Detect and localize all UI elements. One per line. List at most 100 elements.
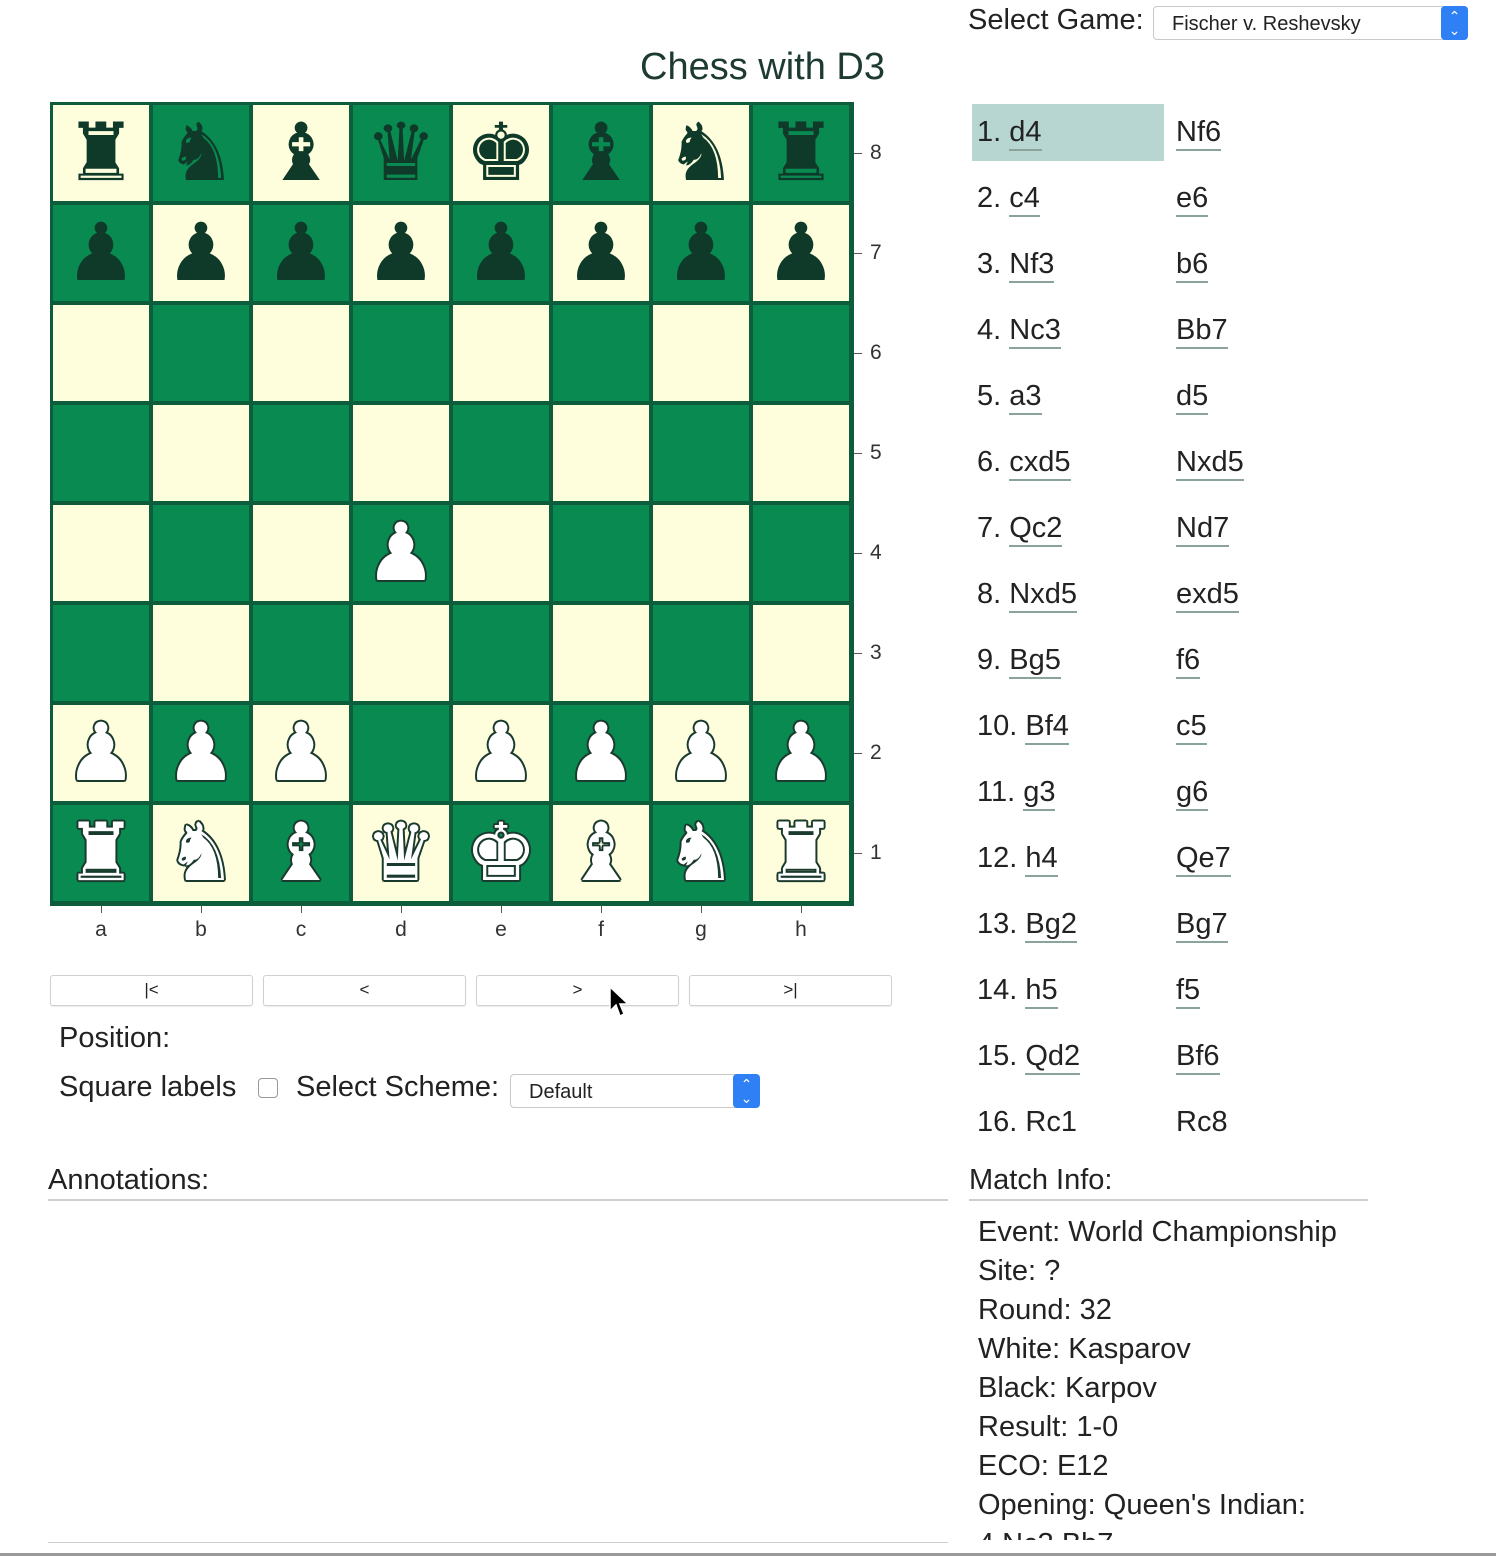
move-black-notation[interactable]: b6 xyxy=(1176,248,1209,283)
white-pawn-icon[interactable]: ♟ xyxy=(353,505,449,601)
square-f2[interactable]: ♟ xyxy=(553,705,649,801)
square-g5[interactable] xyxy=(653,405,749,501)
black-pawn-icon[interactable]: ♟ xyxy=(253,205,349,301)
square-b1[interactable]: ♞ xyxy=(153,805,249,901)
move-black[interactable]: e6 xyxy=(1176,182,1209,217)
move-white-notation[interactable]: Rc1 xyxy=(1025,1106,1077,1139)
square-h2[interactable]: ♟ xyxy=(753,705,849,801)
square-h5[interactable] xyxy=(753,405,849,501)
move-white[interactable]: 12. h4 xyxy=(977,842,1058,877)
white-rook-icon[interactable]: ♜ xyxy=(753,805,849,901)
move-black[interactable]: Qe7 xyxy=(1176,842,1231,877)
white-pawn-icon[interactable]: ♟ xyxy=(653,705,749,801)
black-bishop-icon[interactable]: ♝ xyxy=(253,105,349,201)
square-e1[interactable]: ♚ xyxy=(453,805,549,901)
square-c3[interactable] xyxy=(253,605,349,701)
square-c1[interactable]: ♝ xyxy=(253,805,349,901)
square-e5[interactable] xyxy=(453,405,549,501)
square-g7[interactable]: ♟ xyxy=(653,205,749,301)
square-f1[interactable]: ♝ xyxy=(553,805,649,901)
move-black-notation[interactable]: c5 xyxy=(1176,710,1207,745)
white-knight-icon[interactable]: ♞ xyxy=(653,805,749,901)
move-white-notation[interactable]: Qd2 xyxy=(1025,1040,1081,1075)
square-c6[interactable] xyxy=(253,305,349,401)
square-b5[interactable] xyxy=(153,405,249,501)
move-white[interactable]: 10. Bf4 xyxy=(977,710,1069,745)
move-white[interactable]: 7. Qc2 xyxy=(977,512,1063,547)
move-white[interactable]: 6. cxd5 xyxy=(977,446,1071,481)
square-d5[interactable] xyxy=(353,405,449,501)
square-e2[interactable]: ♟ xyxy=(453,705,549,801)
square-c5[interactable] xyxy=(253,405,349,501)
black-pawn-icon[interactable]: ♟ xyxy=(53,205,149,301)
move-white[interactable]: 16. Rc1 xyxy=(977,1106,1077,1139)
white-queen-icon[interactable]: ♛ xyxy=(353,805,449,901)
move-black[interactable]: Nxd5 xyxy=(1176,446,1244,481)
black-pawn-icon[interactable]: ♟ xyxy=(453,205,549,301)
white-rook-icon[interactable]: ♜ xyxy=(53,805,149,901)
square-a2[interactable]: ♟ xyxy=(53,705,149,801)
square-h6[interactable] xyxy=(753,305,849,401)
move-black-notation[interactable]: Bf6 xyxy=(1176,1040,1220,1075)
square-d4[interactable]: ♟ xyxy=(353,505,449,601)
move-white[interactable]: 11. g3 xyxy=(977,776,1056,811)
square-e8[interactable]: ♚ xyxy=(453,105,549,201)
square-b3[interactable] xyxy=(153,605,249,701)
white-pawn-icon[interactable]: ♟ xyxy=(153,705,249,801)
square-a5[interactable] xyxy=(53,405,149,501)
move-black[interactable]: Bf6 xyxy=(1176,1040,1220,1075)
black-pawn-icon[interactable]: ♟ xyxy=(353,205,449,301)
move-black-notation[interactable]: f5 xyxy=(1176,974,1201,1009)
black-rook-icon[interactable]: ♜ xyxy=(753,105,849,201)
last-move-button[interactable]: >| xyxy=(689,975,892,1006)
move-black-notation[interactable]: Nxd5 xyxy=(1176,446,1244,481)
move-black[interactable]: Nd7 xyxy=(1176,512,1230,547)
square-f6[interactable] xyxy=(553,305,649,401)
square-d7[interactable]: ♟ xyxy=(353,205,449,301)
square-a1[interactable]: ♜ xyxy=(53,805,149,901)
move-black[interactable]: Bg7 xyxy=(1176,908,1228,943)
black-knight-icon[interactable]: ♞ xyxy=(653,105,749,201)
white-pawn-icon[interactable]: ♟ xyxy=(753,705,849,801)
black-queen-icon[interactable]: ♛ xyxy=(353,105,449,201)
move-black[interactable]: Nf6 xyxy=(1176,116,1222,151)
move-white-notation[interactable]: Bg2 xyxy=(1025,908,1077,943)
white-bishop-icon[interactable]: ♝ xyxy=(553,805,649,901)
first-move-button[interactable]: |< xyxy=(50,975,253,1006)
move-black-notation[interactable]: f6 xyxy=(1176,644,1201,679)
move-black-notation[interactable]: Nd7 xyxy=(1176,512,1230,547)
move-white[interactable]: 9. Bg5 xyxy=(977,644,1061,679)
move-black-notation[interactable]: e6 xyxy=(1176,182,1209,217)
square-g3[interactable] xyxy=(653,605,749,701)
move-black[interactable]: Bb7 xyxy=(1176,314,1228,349)
square-h8[interactable]: ♜ xyxy=(753,105,849,201)
square-h3[interactable] xyxy=(753,605,849,701)
black-rook-icon[interactable]: ♜ xyxy=(53,105,149,201)
white-pawn-icon[interactable]: ♟ xyxy=(53,705,149,801)
square-f7[interactable]: ♟ xyxy=(553,205,649,301)
square-labels-checkbox[interactable] xyxy=(258,1078,278,1098)
black-pawn-icon[interactable]: ♟ xyxy=(153,205,249,301)
square-f5[interactable] xyxy=(553,405,649,501)
black-king-icon[interactable]: ♚ xyxy=(453,105,549,201)
white-bishop-icon[interactable]: ♝ xyxy=(253,805,349,901)
move-white-notation[interactable]: h4 xyxy=(1025,842,1058,877)
square-f8[interactable]: ♝ xyxy=(553,105,649,201)
square-f4[interactable] xyxy=(553,505,649,601)
square-c2[interactable]: ♟ xyxy=(253,705,349,801)
square-b4[interactable] xyxy=(153,505,249,601)
move-white-notation[interactable]: d4 xyxy=(1009,116,1042,151)
move-white-notation[interactable]: Bg5 xyxy=(1009,644,1061,679)
previous-move-button[interactable]: < xyxy=(263,975,466,1006)
square-b7[interactable]: ♟ xyxy=(153,205,249,301)
square-e7[interactable]: ♟ xyxy=(453,205,549,301)
move-white-notation[interactable]: h5 xyxy=(1025,974,1058,1009)
move-black[interactable]: c5 xyxy=(1176,710,1207,745)
square-a4[interactable] xyxy=(53,505,149,601)
square-c8[interactable]: ♝ xyxy=(253,105,349,201)
square-b2[interactable]: ♟ xyxy=(153,705,249,801)
square-d8[interactable]: ♛ xyxy=(353,105,449,201)
square-a3[interactable] xyxy=(53,605,149,701)
square-c4[interactable] xyxy=(253,505,349,601)
move-black[interactable]: d5 xyxy=(1176,380,1209,415)
